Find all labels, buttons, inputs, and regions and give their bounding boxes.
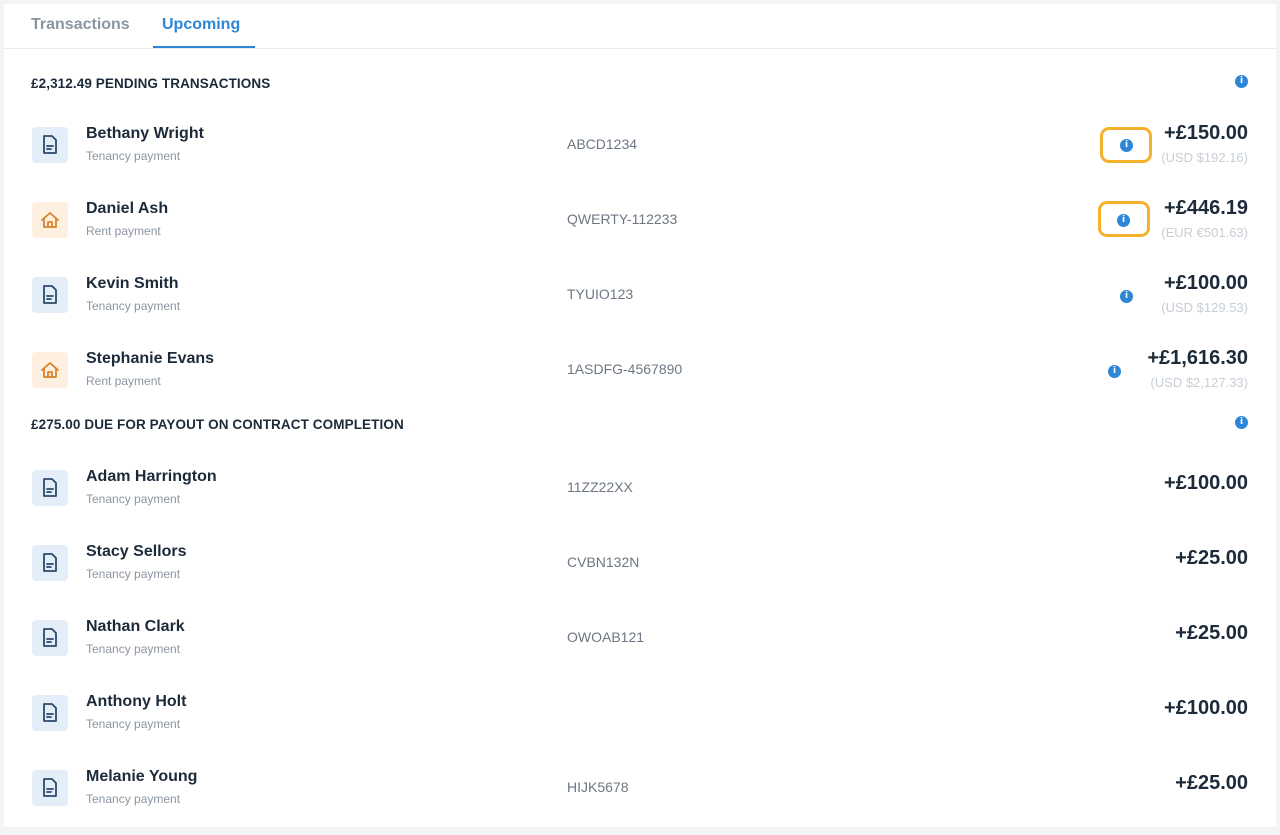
highlight-box [1100,127,1152,163]
pending-section-title: £2,312.49 PENDING TRANSACTIONS [31,76,271,91]
list-item[interactable]: Stacy Sellors Tenancy payment CVBN132N +… [4,535,1276,610]
list-item[interactable]: Anthony Holt Tenancy payment +£100.00 [4,685,1276,760]
highlight-box [1098,201,1150,237]
payer-name: Nathan Clark [86,618,185,635]
payment-reference: CVBN132N [567,554,640,570]
payment-amount: +£100.00 [1164,697,1248,719]
converted-amount: (USD $2,127.33) [1150,375,1248,390]
payment-type: Tenancy payment [86,299,181,313]
payment-type: Tenancy payment [86,642,181,656]
payer-name: Stephanie Evans [86,350,215,367]
tab-bar: Transactions Upcoming [4,4,1276,49]
payer-name: Anthony Holt [86,693,187,710]
house-icon [32,202,68,238]
payment-reference: TYUIO123 [567,286,634,302]
pending-info-icon[interactable]: i [1235,75,1248,88]
list-item[interactable]: Stephanie Evans Rent payment 1ASDFG-4567… [4,342,1276,417]
payment-reference: HIJK5678 [567,779,629,795]
document-icon [32,127,68,163]
payment-amount: +£25.00 [1175,622,1248,644]
list-item[interactable]: Adam Harrington Tenancy payment 11ZZ22XX… [4,460,1276,535]
payer-name: Kevin Smith [86,275,179,292]
document-icon [32,770,68,806]
document-icon [32,620,68,656]
payment-amount: +£25.00 [1175,772,1248,794]
converted-amount: (USD $129.53) [1161,300,1248,315]
list-item[interactable]: Bethany Wright Tenancy payment ABCD1234 … [4,117,1276,192]
payment-type: Tenancy payment [86,492,181,506]
payout-section-title: £275.00 DUE FOR PAYOUT ON CONTRACT COMPL… [31,417,404,432]
payment-amount: +£1,616.30 [1147,347,1248,369]
payment-type: Tenancy payment [86,149,181,163]
document-icon [32,545,68,581]
payment-type: Tenancy payment [86,567,181,581]
payment-reference: ABCD1234 [567,136,638,152]
tab-transactions[interactable]: Transactions [31,16,130,34]
document-icon [32,470,68,506]
payer-name: Adam Harrington [86,468,217,485]
amount-info-icon[interactable]: i [1120,290,1133,303]
document-icon [32,277,68,313]
payment-amount: +£100.00 [1164,472,1248,494]
payment-reference: OWOAB121 [567,629,645,645]
list-item[interactable]: Daniel Ash Rent payment QWERTY-112233 i … [4,192,1276,267]
payer-name: Daniel Ash [86,200,169,217]
payout-info-icon[interactable]: i [1235,416,1248,429]
payer-name: Bethany Wright [86,125,204,142]
payer-name: Stacy Sellors [86,543,187,560]
payment-amount: +£25.00 [1175,547,1248,569]
upcoming-panel: Transactions Upcoming £2,312.49 PENDING … [4,4,1276,827]
payment-amount: +£100.00 [1164,272,1248,294]
active-tab-indicator [153,46,255,48]
document-icon [32,695,68,731]
payment-type: Rent payment [86,224,161,238]
list-item[interactable]: Nathan Clark Tenancy payment OWOAB121 +£… [4,610,1276,685]
list-item[interactable]: Melanie Young Tenancy payment HIJK5678 +… [4,760,1276,835]
tab-upcoming[interactable]: Upcoming [162,16,240,34]
payment-type: Tenancy payment [86,717,181,731]
payment-amount: +£446.19 [1164,197,1248,219]
converted-amount: (EUR €501.63) [1161,225,1248,240]
payment-reference: 1ASDFG-4567890 [567,361,683,377]
payment-type: Tenancy payment [86,792,181,806]
list-item[interactable]: Kevin Smith Tenancy payment TYUIO123 i +… [4,267,1276,342]
converted-amount: (USD $192.16) [1161,150,1248,165]
payment-type: Rent payment [86,374,161,388]
payment-amount: +£150.00 [1164,122,1248,144]
payment-reference: 11ZZ22XX [567,479,633,495]
payer-name: Melanie Young [86,768,198,785]
amount-info-icon[interactable]: i [1108,365,1121,378]
payment-reference: QWERTY-112233 [567,211,678,227]
house-icon [32,352,68,388]
